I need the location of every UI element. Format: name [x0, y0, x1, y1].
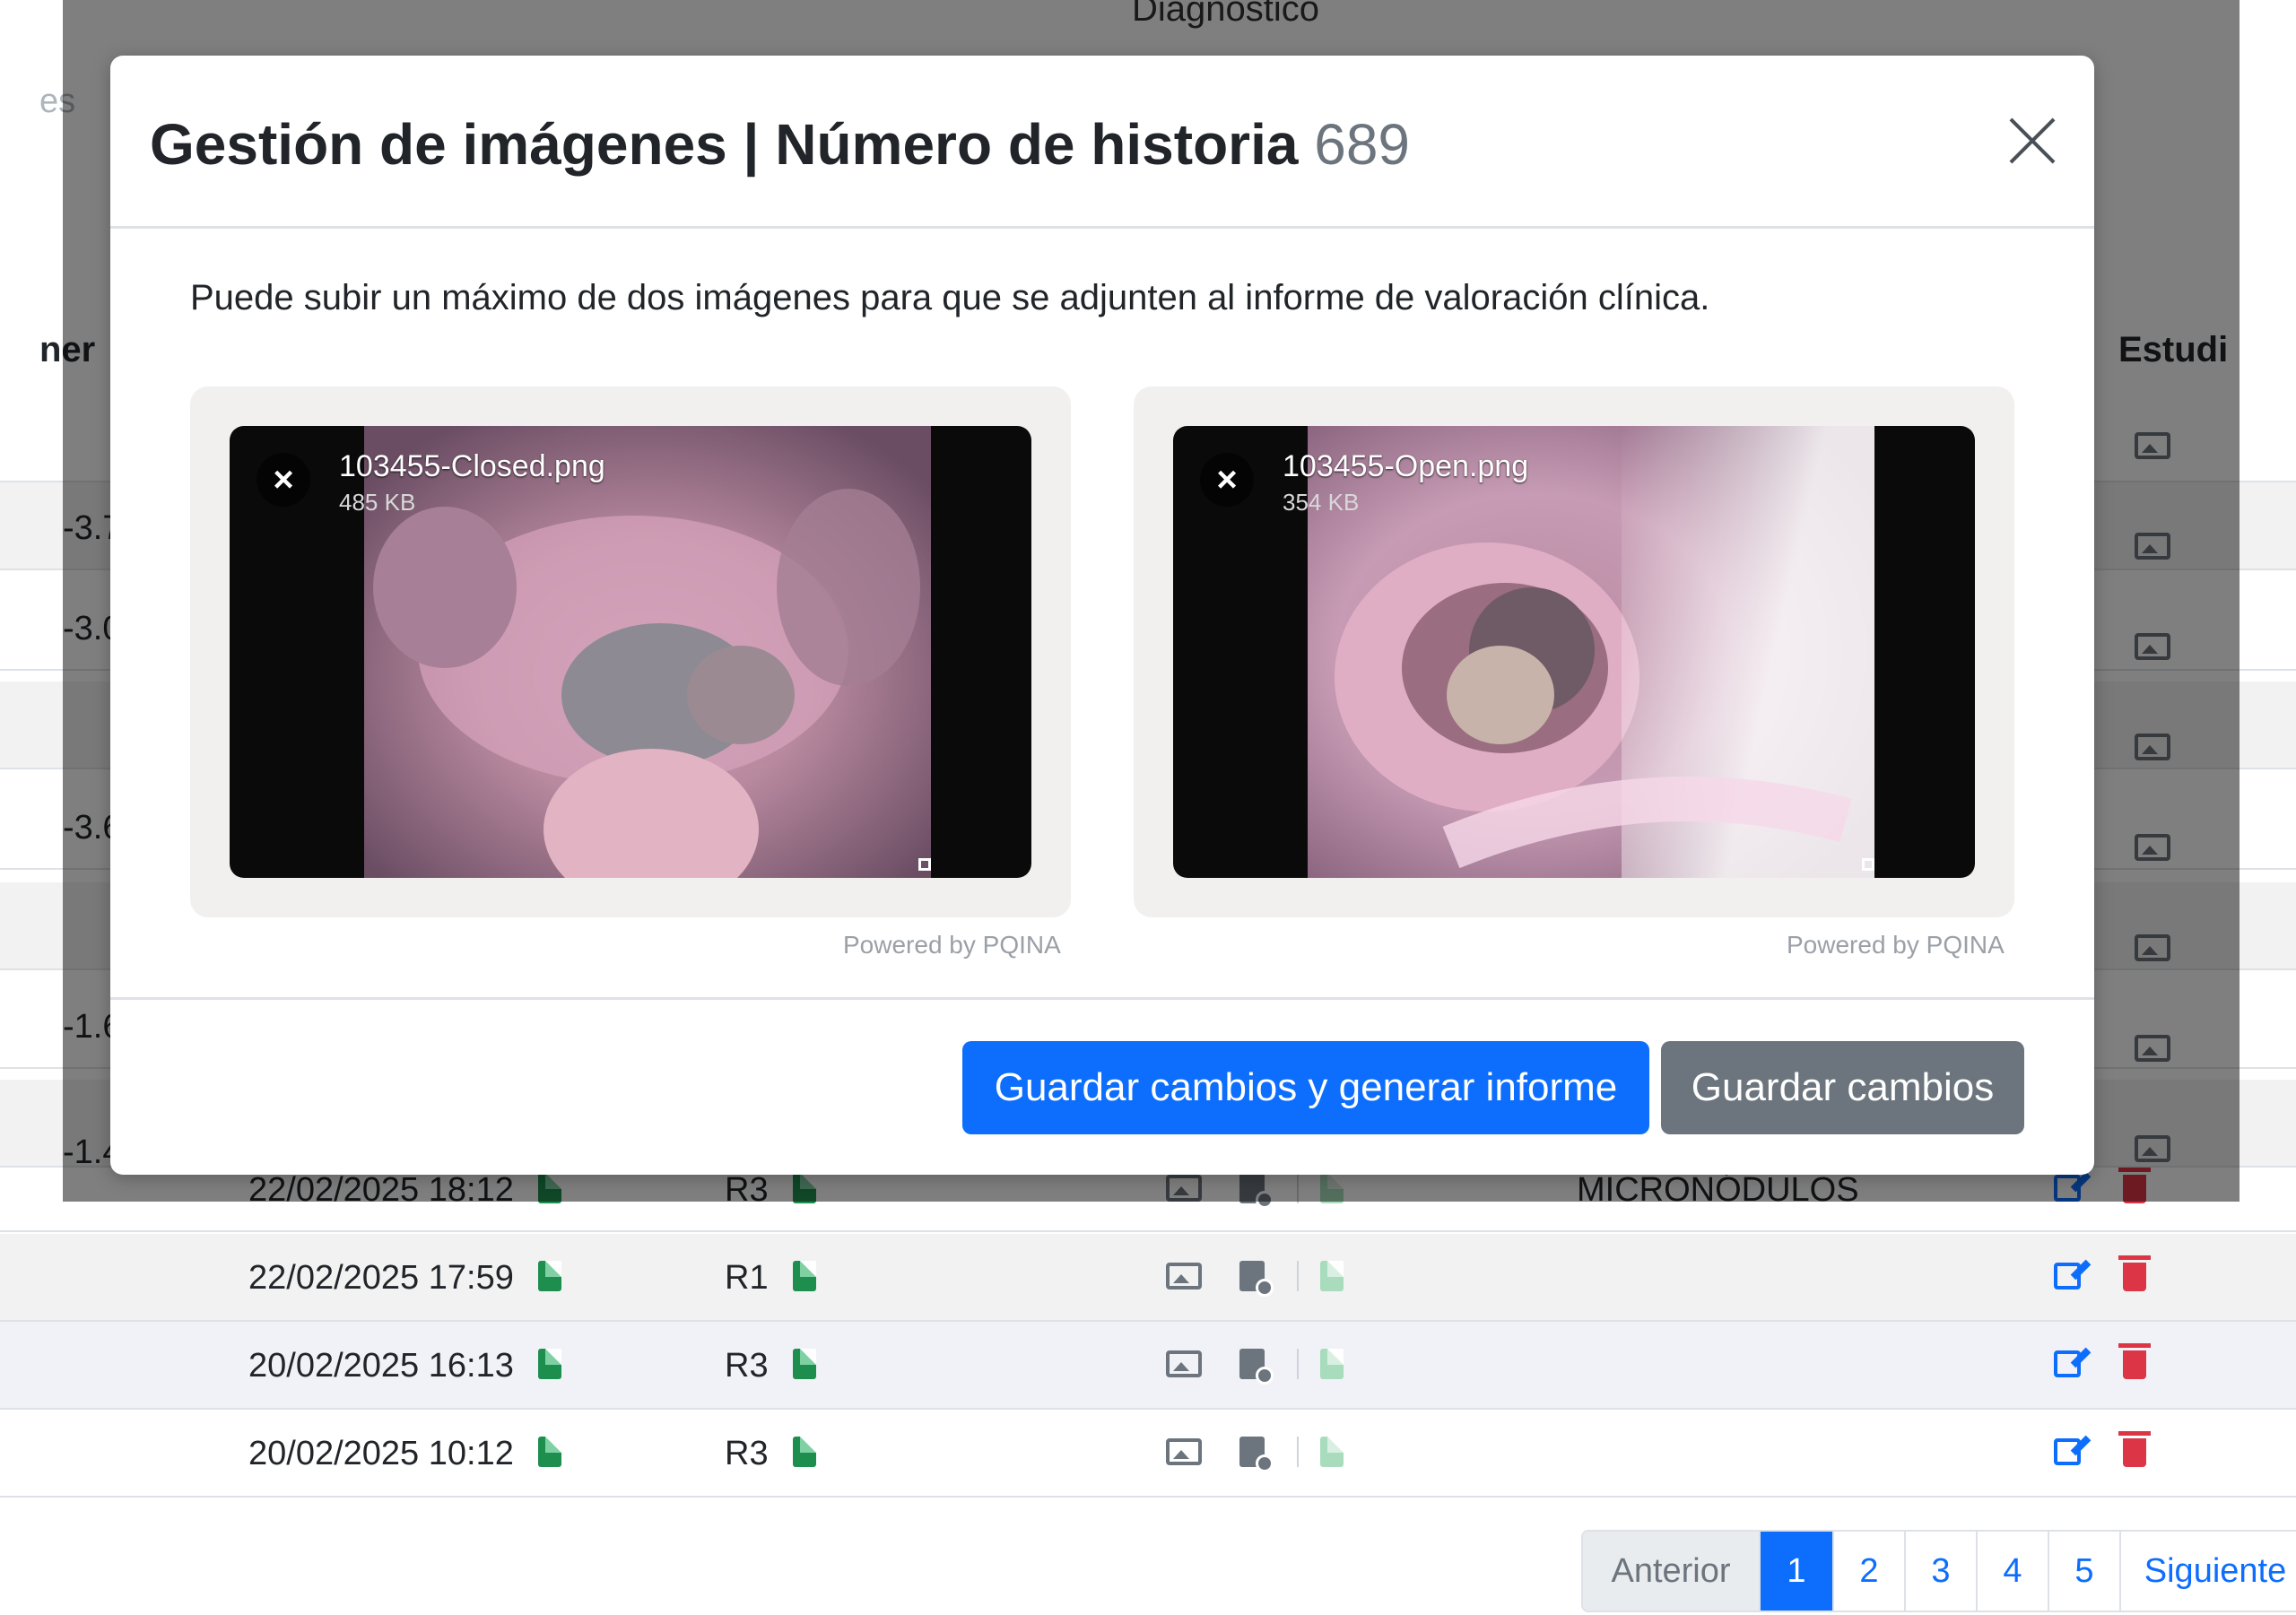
modal-footer: Guardar cambios y generar informe Guarda…: [110, 997, 2094, 1177]
file-gear-icon[interactable]: [1239, 1261, 1274, 1297]
powered-by-label: Powered by PQINA: [1787, 931, 2005, 959]
excel-icon: [1320, 1437, 1344, 1467]
edit-icon[interactable]: [2054, 1438, 2081, 1465]
upload-instructions: Puede subir un máximo de dos imágenes pa…: [190, 278, 1710, 317]
excel-icon[interactable]: [793, 1349, 816, 1379]
trash-icon[interactable]: [2118, 1255, 2151, 1291]
pagination-page-5[interactable]: 5: [2048, 1532, 2119, 1611]
image-icon[interactable]: [1166, 1438, 1202, 1465]
image-filename: 103455-Closed.png: [339, 449, 605, 483]
pagination-page-1[interactable]: 1: [1759, 1532, 1832, 1611]
image-filesize: 354 KB: [1283, 489, 1360, 516]
excel-icon[interactable]: [538, 1349, 561, 1379]
remove-image-icon[interactable]: ×: [1200, 453, 1254, 507]
laryngoscopy-image: [1308, 426, 1874, 878]
excel-icon[interactable]: [538, 1437, 561, 1467]
history-number: 689: [1314, 112, 1410, 177]
pagination-page-3[interactable]: 3: [1904, 1532, 1976, 1611]
image-preview-open: × 103455-Open.png 354 KB: [1173, 426, 1975, 878]
image-corner-marker: [918, 858, 931, 871]
pagination-next[interactable]: Siguiente: [2119, 1532, 2296, 1611]
excel-icon[interactable]: [538, 1261, 561, 1291]
image-corner-marker: [1862, 858, 1874, 871]
pagination: Anterior 1 2 3 4 5 Siguiente: [1581, 1530, 2296, 1612]
excel-icon[interactable]: [793, 1437, 816, 1467]
save-changes-button[interactable]: Guardar cambios: [1661, 1041, 2024, 1134]
close-icon[interactable]: [2007, 116, 2057, 166]
image-icon[interactable]: [1166, 1350, 1202, 1377]
table-row: 22/02/2025 17:59 R1: [0, 1234, 2296, 1322]
row-date: 20/02/2025 10:12: [248, 1435, 514, 1472]
trash-icon[interactable]: [2118, 1343, 2151, 1379]
trash-icon[interactable]: [2118, 1431, 2151, 1467]
edit-icon[interactable]: [2054, 1350, 2081, 1377]
modal-title-text: Gestión de imágenes | Número de historia: [150, 112, 1299, 177]
page: Diagnóstico es ner Estudi -3.7 -3.0 -3.6…: [0, 0, 2296, 1615]
row-grade: R1: [725, 1259, 769, 1297]
pagination-page-2[interactable]: 2: [1832, 1532, 1904, 1611]
powered-by-label: Powered by PQINA: [843, 931, 1061, 959]
image-filesize: 485 KB: [339, 489, 416, 516]
file-gear-icon[interactable]: [1239, 1437, 1274, 1472]
divider: [1297, 1261, 1299, 1291]
divider: [1297, 1349, 1299, 1379]
modal-title: Gestión de imágenes | Número de historia…: [150, 111, 1410, 178]
image-preview-closed: × 103455-Closed.png 485 KB: [230, 426, 1031, 878]
image-icon[interactable]: [1166, 1263, 1202, 1289]
remove-image-icon[interactable]: ×: [257, 453, 310, 507]
file-gear-icon[interactable]: [1239, 1349, 1274, 1385]
modal-header: Gestión de imágenes | Número de historia…: [110, 56, 2094, 229]
pagination-page-4[interactable]: 4: [1976, 1532, 2048, 1611]
divider: [1297, 1437, 1299, 1467]
table-row: 20/02/2025 16:13 R3: [0, 1322, 2296, 1410]
pagination-previous[interactable]: Anterior: [1583, 1532, 1759, 1611]
excel-icon[interactable]: [793, 1261, 816, 1291]
laryngoscopy-image: [364, 426, 931, 878]
edit-icon[interactable]: [2054, 1263, 2081, 1289]
table-row: 20/02/2025 10:12 R3: [0, 1410, 2296, 1498]
image-filename: 103455-Open.png: [1283, 449, 1529, 483]
row-grade: R3: [725, 1347, 769, 1385]
row-date: 20/02/2025 16:13: [248, 1347, 514, 1385]
excel-icon: [1320, 1261, 1344, 1291]
image-upload-panel: × 103455-Closed.png 485 KB: [190, 386, 1071, 917]
row-grade: R3: [725, 1435, 769, 1472]
image-upload-panel: × 103455-Open.png 354 KB: [1134, 386, 2014, 917]
save-and-generate-report-button[interactable]: Guardar cambios y generar informe: [962, 1041, 1649, 1134]
excel-icon: [1320, 1349, 1344, 1379]
image-management-modal: Gestión de imágenes | Número de historia…: [110, 56, 2094, 1175]
row-date: 22/02/2025 17:59: [248, 1259, 514, 1297]
